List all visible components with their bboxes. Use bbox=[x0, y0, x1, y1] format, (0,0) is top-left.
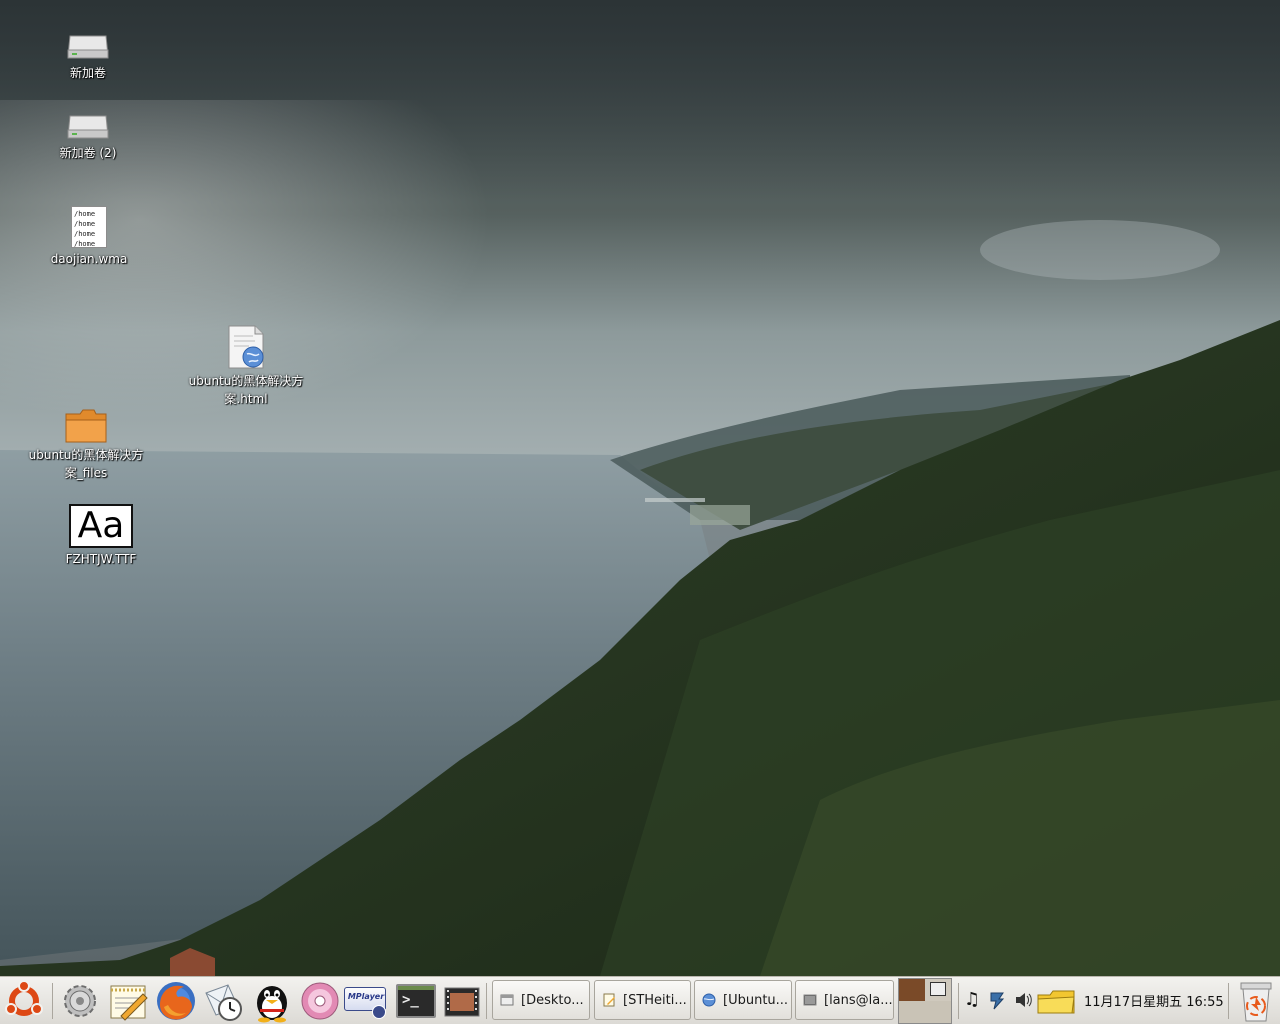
font-preview: Aa bbox=[69, 504, 133, 548]
workspace-3[interactable] bbox=[899, 1001, 925, 1023]
desktop-wallpaper bbox=[0, 0, 1280, 976]
terminal-launcher[interactable]: >_ bbox=[394, 979, 438, 1023]
trash-button[interactable] bbox=[1234, 979, 1278, 1023]
desktop-icon-label: 新加卷 bbox=[69, 66, 106, 80]
bottom-panel: MPlayer >_ [Deskto... [STHeiti... [Ubunt… bbox=[0, 976, 1280, 1024]
taskbar-button-desktop[interactable]: [Deskto... bbox=[492, 980, 590, 1020]
text-editor-icon bbox=[110, 985, 148, 1021]
mplayer-icon: MPlayer bbox=[344, 983, 388, 1019]
system-settings-icon bbox=[64, 985, 96, 1017]
mail-clock-icon bbox=[205, 984, 242, 1021]
globe-icon bbox=[701, 992, 717, 1008]
settings-launcher[interactable] bbox=[58, 979, 102, 1023]
notepad-icon bbox=[601, 992, 617, 1008]
panel-separator bbox=[1228, 983, 1229, 1019]
taskbar-button-stheiti[interactable]: [STHeiti... bbox=[594, 980, 691, 1020]
ubuntu-menu-button[interactable] bbox=[2, 979, 46, 1023]
workspace-1[interactable] bbox=[899, 979, 925, 1001]
cd-player-launcher[interactable] bbox=[298, 979, 342, 1023]
taskbar-button-label: [lans@la... bbox=[824, 992, 893, 1008]
desktop-icon-folder[interactable]: ubuntu的黑体解决方 案_files bbox=[24, 404, 148, 482]
folder-icon bbox=[64, 404, 108, 444]
firefox-icon bbox=[157, 982, 195, 1020]
taskbar-button-terminal[interactable]: [lans@la... bbox=[795, 980, 894, 1020]
desktop-icon-wma-file[interactable]: /home /home /home /home daojian.wma bbox=[44, 202, 134, 268]
trash-icon bbox=[1240, 982, 1272, 1022]
desktop-icon-drive-2[interactable]: 新加卷 (2) bbox=[48, 106, 128, 162]
film-launcher[interactable] bbox=[440, 979, 484, 1023]
desktop-icon-label: ubuntu的黑体解决方 案_files bbox=[28, 448, 144, 480]
file-preview-line: /home bbox=[74, 240, 96, 248]
taskbar-button-label: [STHeiti... bbox=[623, 992, 687, 1008]
desktop-icon-label: 新加卷 (2) bbox=[59, 146, 117, 160]
mplayer-launcher[interactable]: MPlayer bbox=[344, 979, 388, 1023]
text-editor-launcher[interactable] bbox=[106, 979, 150, 1023]
workspace-switcher bbox=[898, 978, 952, 1024]
film-strip-icon bbox=[444, 987, 480, 1017]
mail-clock-launcher[interactable] bbox=[202, 979, 246, 1023]
ubuntu-menu-icon bbox=[5, 980, 43, 1016]
desktop-icon-font-file[interactable]: Aa FZHTJW.TTF bbox=[58, 502, 144, 568]
file-preview-line: /home bbox=[74, 220, 96, 228]
desktop-icon-drive-1[interactable]: 新加卷 bbox=[48, 26, 128, 82]
desktop-icon-label: daojian.wma bbox=[50, 252, 128, 266]
desktop-icon-label: ubuntu的黑体解决方 案.html bbox=[188, 374, 304, 406]
desktop-icon-html-file[interactable]: ubuntu的黑体解决方 案.html bbox=[180, 322, 312, 408]
workspace-4[interactable] bbox=[925, 1001, 951, 1023]
volume-icon[interactable] bbox=[1014, 991, 1034, 1013]
window-icon bbox=[499, 992, 515, 1008]
html-file-icon bbox=[225, 322, 267, 370]
font-file-icon: Aa bbox=[69, 502, 133, 548]
drive-icon bbox=[66, 106, 110, 142]
drive-icon bbox=[66, 26, 110, 62]
panel-clock[interactable]: 11月17日星期五 16:55 bbox=[1084, 991, 1224, 1010]
panel-separator bbox=[486, 983, 487, 1019]
taskbar-button-label: [Ubuntu... bbox=[723, 992, 789, 1008]
terminal-icon: >_ bbox=[396, 984, 436, 1018]
network-icon[interactable] bbox=[988, 991, 1006, 1015]
desktop-icon-label: FZHTJW.TTF bbox=[65, 552, 137, 566]
mplayer-label: MPlayer bbox=[347, 992, 385, 1001]
workspace-2[interactable] bbox=[925, 979, 951, 1001]
qq-penguin-icon bbox=[257, 986, 287, 1023]
qq-launcher[interactable] bbox=[250, 979, 294, 1023]
cd-player-icon bbox=[301, 982, 339, 1020]
mail-folder-icon[interactable] bbox=[1036, 987, 1076, 1019]
text-file-icon: /home /home /home /home bbox=[71, 202, 107, 248]
firefox-launcher[interactable] bbox=[154, 979, 198, 1023]
terminal-prompt: >_ bbox=[402, 992, 419, 1008]
panel-separator bbox=[958, 983, 959, 1019]
panel-separator bbox=[52, 983, 53, 1019]
file-preview-line: /home bbox=[74, 230, 96, 238]
taskbar-button-ubuntu[interactable]: [Ubuntu... bbox=[694, 980, 792, 1020]
taskbar-button-label: [Deskto... bbox=[521, 992, 584, 1008]
music-note-icon[interactable]: ♫ bbox=[964, 991, 980, 1009]
file-preview-line: /home bbox=[74, 210, 96, 218]
terminal-small-icon bbox=[802, 992, 818, 1008]
